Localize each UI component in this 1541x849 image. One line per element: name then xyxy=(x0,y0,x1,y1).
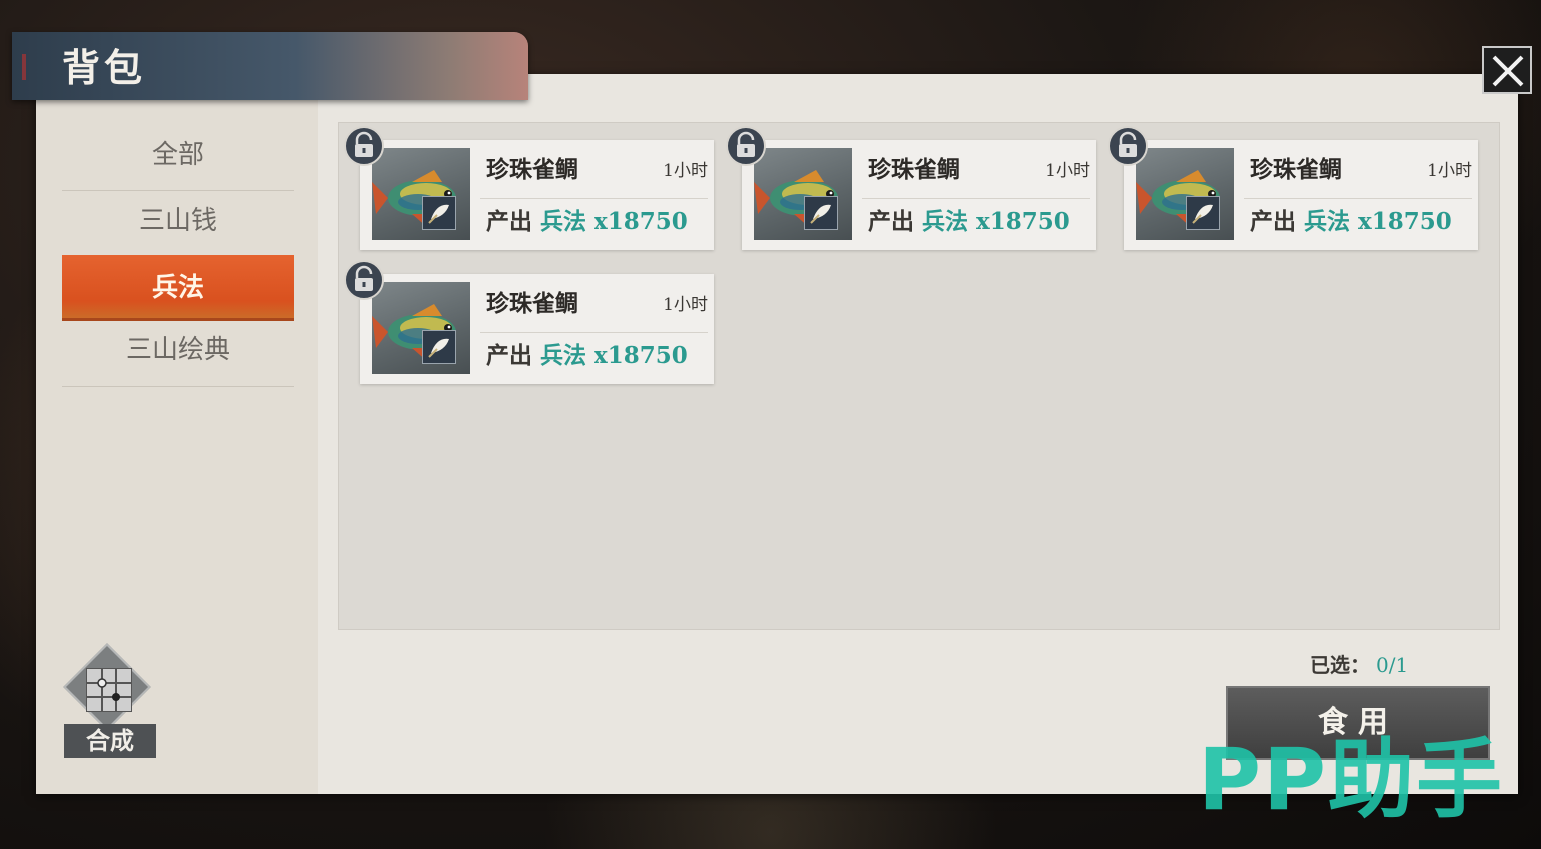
item-name: 珍珠雀鲷 xyxy=(868,156,960,183)
item-card[interactable]: 珍珠雀鲷 1小时 产出 兵法 x18750 xyxy=(344,260,714,384)
lock-icon[interactable] xyxy=(726,126,766,166)
tab-sanshan-coin[interactable]: 三山钱 xyxy=(62,190,294,252)
item-card[interactable]: 珍珠雀鲷 1小时 产出 兵法 x18750 xyxy=(1108,126,1478,250)
card-divider xyxy=(862,198,1090,199)
item-output: 产出 兵法 x18750 xyxy=(486,340,688,372)
lock-icon[interactable] xyxy=(1108,126,1148,166)
watermark: PP助手 xyxy=(1198,730,1505,830)
scroll-icon xyxy=(804,196,838,230)
scroll-icon xyxy=(422,196,456,230)
item-output: 产出 兵法 x18750 xyxy=(486,206,688,238)
title-accent xyxy=(22,54,26,80)
item-card[interactable]: 珍珠雀鲷 1小时 产出 兵法 x18750 xyxy=(344,126,714,250)
item-name: 珍珠雀鲷 xyxy=(1250,156,1342,183)
output-label: 产出 xyxy=(1250,208,1296,235)
card-divider xyxy=(1244,198,1472,199)
craft-label: 合成 xyxy=(64,724,156,758)
output-value: 兵法 x18750 xyxy=(540,342,688,369)
scroll-icon xyxy=(1186,196,1220,230)
scroll-icon xyxy=(422,330,456,364)
tab-divider xyxy=(62,386,294,387)
selected-label: 已选： xyxy=(1310,653,1370,677)
card-divider xyxy=(480,332,708,333)
page-title: 背包 xyxy=(62,45,147,90)
tab-bingfa[interactable]: 兵法 xyxy=(62,255,294,321)
close-icon xyxy=(1492,55,1524,87)
item-output: 产出 兵法 x18750 xyxy=(1250,206,1452,238)
output-label: 产出 xyxy=(486,208,532,235)
item-output: 产出 兵法 x18750 xyxy=(868,206,1070,238)
selected-count: 已选： 0/1 xyxy=(1310,650,1408,680)
board-icon xyxy=(86,668,132,712)
output-label: 产出 xyxy=(486,342,532,369)
craft-button[interactable]: 合成 xyxy=(60,643,158,760)
item-name: 珍珠雀鲷 xyxy=(486,290,578,317)
card-divider xyxy=(480,198,708,199)
item-card[interactable]: 珍珠雀鲷 1小时 产出 兵法 x18750 xyxy=(726,126,1096,250)
item-duration: 1小时 xyxy=(663,161,708,181)
tab-all[interactable]: 全部 xyxy=(62,124,294,186)
lock-icon[interactable] xyxy=(344,126,384,166)
close-button[interactable] xyxy=(1482,46,1532,94)
output-value: 兵法 x18750 xyxy=(1304,208,1452,235)
item-duration: 1小时 xyxy=(663,295,708,315)
lock-icon[interactable] xyxy=(344,260,384,300)
output-value: 兵法 x18750 xyxy=(540,208,688,235)
output-label: 产出 xyxy=(868,208,914,235)
item-duration: 1小时 xyxy=(1427,161,1472,181)
tab-sanshan-atlas[interactable]: 三山绘典 xyxy=(62,319,294,381)
output-value: 兵法 x18750 xyxy=(922,208,1070,235)
item-name: 珍珠雀鲷 xyxy=(486,156,578,183)
item-duration: 1小时 xyxy=(1045,161,1090,181)
selected-value: 0/1 xyxy=(1376,653,1409,677)
